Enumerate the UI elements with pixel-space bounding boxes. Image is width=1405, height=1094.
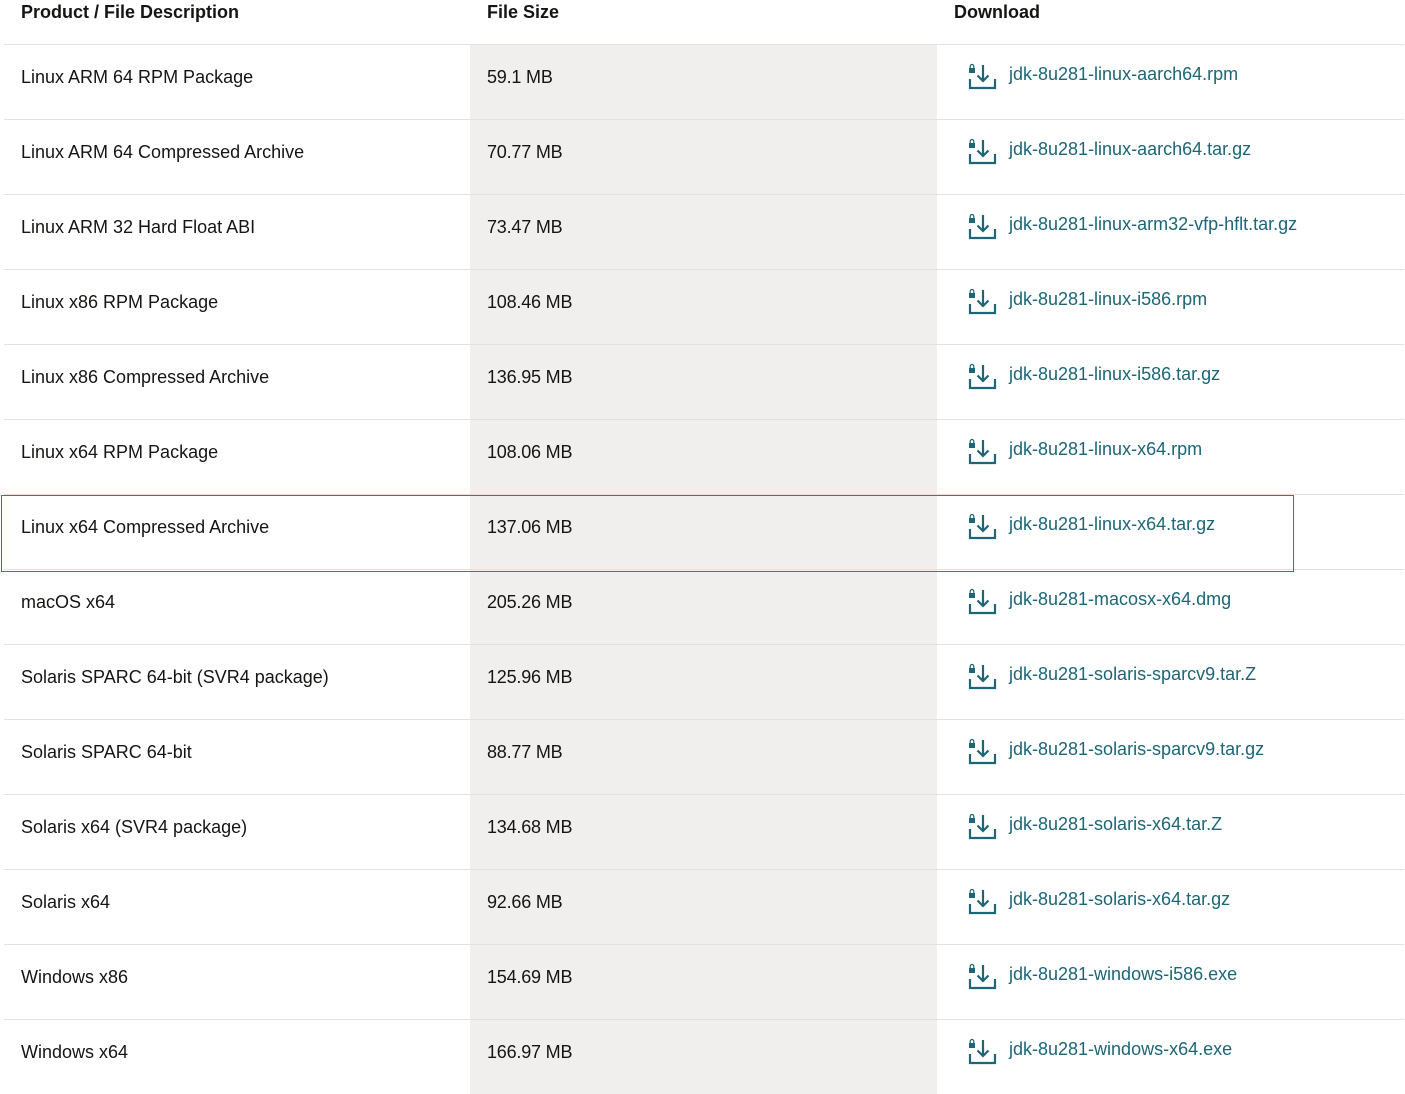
- product-description: Linux ARM 32 Hard Float ABI: [21, 217, 256, 237]
- product-description: Linux x64 Compressed Archive: [21, 517, 270, 537]
- product-description: Linux x86 Compressed Archive: [21, 367, 270, 387]
- download-cell: jdk-8u281-linux-x64.rpm: [967, 420, 1202, 484]
- table-row: Linux ARM 64 RPM Package 59.1 MB jdk-8u2…: [4, 45, 1404, 120]
- download-link[interactable]: jdk-8u281-linux-arm32-vfp-hflt.tar.gz: [1009, 215, 1297, 233]
- file-size: 108.06 MB: [487, 442, 573, 462]
- file-size: 205.26 MB: [487, 592, 573, 612]
- download-cell: jdk-8u281-linux-arm32-vfp-hflt.tar.gz: [967, 195, 1297, 259]
- file-size: 134.68 MB: [487, 817, 573, 837]
- download-link[interactable]: jdk-8u281-solaris-sparcv9.tar.gz: [1009, 740, 1264, 758]
- file-size: 125.96 MB: [487, 667, 573, 687]
- table-header: Product / File Description File Size Dow…: [4, 0, 1404, 45]
- download-cell: jdk-8u281-solaris-x64.tar.gz: [967, 870, 1230, 934]
- header-description: Product / File Description: [21, 2, 240, 22]
- download-link[interactable]: jdk-8u281-linux-x64.rpm: [1009, 440, 1202, 458]
- download-link[interactable]: jdk-8u281-linux-i586.rpm: [1009, 290, 1207, 308]
- lock-download-icon[interactable]: [967, 437, 997, 467]
- product-description: Solaris SPARC 64-bit: [21, 742, 192, 762]
- lock-download-icon[interactable]: [967, 362, 997, 392]
- file-size: 154.69 MB: [487, 967, 573, 987]
- download-cell: jdk-8u281-macosx-x64.dmg: [967, 570, 1231, 634]
- file-size: 88.77 MB: [487, 742, 563, 762]
- table-body: Linux ARM 64 RPM Package 59.1 MB jdk-8u2…: [4, 45, 1404, 1094]
- lock-download-icon[interactable]: [967, 887, 997, 917]
- lock-download-icon[interactable]: [967, 512, 997, 542]
- download-link[interactable]: jdk-8u281-linux-aarch64.tar.gz: [1009, 140, 1251, 158]
- product-description: Linux ARM 64 RPM Package: [21, 67, 254, 87]
- table-row: Solaris SPARC 64-bit (SVR4 package) 125.…: [4, 645, 1404, 720]
- lock-download-icon[interactable]: [967, 737, 997, 767]
- product-description: macOS x64: [21, 592, 116, 612]
- lock-download-icon[interactable]: [967, 212, 997, 242]
- file-size: 136.95 MB: [487, 367, 573, 387]
- product-description: Linux x64 RPM Package: [21, 442, 219, 462]
- table-row: Solaris x64 92.66 MB jdk-8u281-solaris-x…: [4, 870, 1404, 945]
- product-description: Solaris x64: [21, 892, 111, 912]
- table-row: Windows x86 154.69 MB jdk-8u281-windows-…: [4, 945, 1404, 1020]
- download-link[interactable]: jdk-8u281-windows-i586.exe: [1009, 965, 1237, 983]
- download-cell: jdk-8u281-linux-aarch64.rpm: [967, 45, 1238, 109]
- file-size: 166.97 MB: [487, 1042, 573, 1062]
- download-cell: jdk-8u281-linux-i586.tar.gz: [967, 345, 1220, 409]
- lock-download-icon[interactable]: [967, 62, 997, 92]
- file-size: 137.06 MB: [487, 517, 573, 537]
- download-cell: jdk-8u281-windows-x64.exe: [967, 1020, 1232, 1084]
- download-cell: jdk-8u281-solaris-x64.tar.Z: [967, 795, 1222, 859]
- table-row: Linux x86 RPM Package 108.46 MB jdk-8u28…: [4, 270, 1404, 345]
- table-row: Linux x86 Compressed Archive 136.95 MB j…: [4, 345, 1404, 420]
- lock-download-icon[interactable]: [967, 1037, 997, 1067]
- product-description: Linux x86 RPM Package: [21, 292, 219, 312]
- download-cell: jdk-8u281-linux-aarch64.tar.gz: [967, 120, 1251, 184]
- download-link[interactable]: jdk-8u281-windows-x64.exe: [1009, 1040, 1232, 1058]
- download-cell: jdk-8u281-linux-i586.rpm: [967, 270, 1207, 334]
- table-row: Solaris x64 (SVR4 package) 134.68 MB jdk…: [4, 795, 1404, 870]
- download-cell: jdk-8u281-windows-i586.exe: [967, 945, 1237, 1009]
- lock-download-icon[interactable]: [967, 962, 997, 992]
- file-size: 59.1 MB: [487, 67, 553, 87]
- table-row: Windows x64 166.97 MB jdk-8u281-windows-…: [4, 1020, 1404, 1094]
- lock-download-icon[interactable]: [967, 812, 997, 842]
- header-download: Download: [954, 2, 1040, 22]
- download-cell: jdk-8u281-linux-x64.tar.gz: [967, 495, 1215, 559]
- header-file-size: File Size: [487, 2, 560, 22]
- download-link[interactable]: jdk-8u281-solaris-x64.tar.Z: [1009, 815, 1222, 833]
- file-size: 70.77 MB: [487, 142, 563, 162]
- download-cell: jdk-8u281-solaris-sparcv9.tar.gz: [967, 720, 1264, 784]
- table-row: Linux x64 RPM Package 108.06 MB jdk-8u28…: [4, 420, 1404, 495]
- download-link[interactable]: jdk-8u281-linux-i586.tar.gz: [1009, 365, 1220, 383]
- download-link[interactable]: jdk-8u281-solaris-sparcv9.tar.Z: [1009, 665, 1256, 683]
- table-row: macOS x64 205.26 MB jdk-8u281-macosx-x64…: [4, 570, 1404, 645]
- table-row: Solaris SPARC 64-bit 88.77 MB jdk-8u281-…: [4, 720, 1404, 795]
- table-row: Linux ARM 64 Compressed Archive 70.77 MB…: [4, 120, 1404, 195]
- file-size: 73.47 MB: [487, 217, 563, 237]
- lock-download-icon[interactable]: [967, 662, 997, 692]
- download-link[interactable]: jdk-8u281-linux-x64.tar.gz: [1009, 515, 1215, 533]
- lock-download-icon[interactable]: [967, 287, 997, 317]
- product-description: Windows x86: [21, 967, 129, 987]
- product-description: Solaris SPARC 64-bit (SVR4 package): [21, 667, 329, 687]
- file-size: 108.46 MB: [487, 292, 573, 312]
- download-cell: jdk-8u281-solaris-sparcv9.tar.Z: [967, 645, 1256, 709]
- download-link[interactable]: jdk-8u281-macosx-x64.dmg: [1009, 590, 1231, 608]
- download-link[interactable]: jdk-8u281-linux-aarch64.rpm: [1009, 65, 1238, 83]
- lock-download-icon[interactable]: [967, 137, 997, 167]
- file-size: 92.66 MB: [487, 892, 563, 912]
- download-link[interactable]: jdk-8u281-solaris-x64.tar.gz: [1009, 890, 1230, 908]
- table-row: Linux x64 Compressed Archive 137.06 MB j…: [4, 495, 1404, 570]
- downloads-table: Product / File Description File Size Dow…: [4, 0, 1404, 1094]
- table-row: Linux ARM 32 Hard Float ABI 73.47 MB jdk…: [4, 195, 1404, 270]
- lock-download-icon[interactable]: [967, 587, 997, 617]
- product-description: Linux ARM 64 Compressed Archive: [21, 142, 305, 162]
- product-description: Solaris x64 (SVR4 package): [21, 817, 248, 837]
- product-description: Windows x64: [21, 1042, 129, 1062]
